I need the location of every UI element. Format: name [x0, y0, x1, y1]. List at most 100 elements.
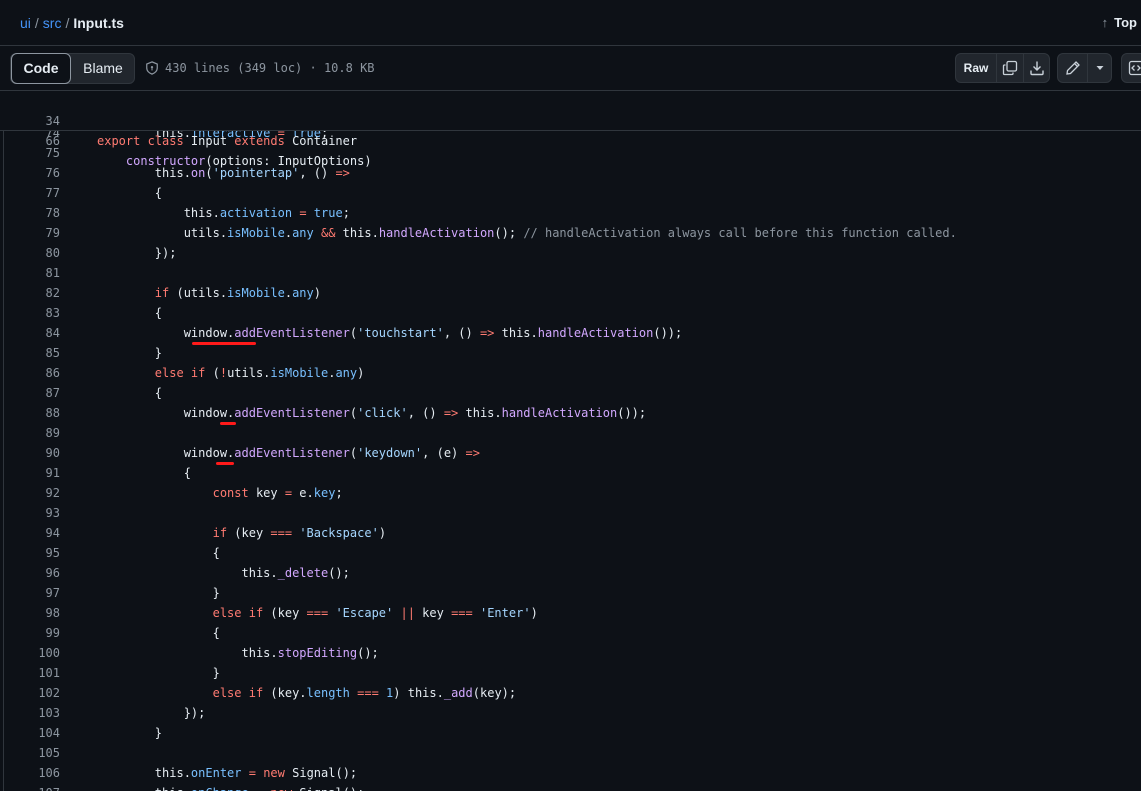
sticky-line[interactable]: 66 constructor(options: InputOptions)	[0, 111, 1141, 168]
breadcrumb-src-link[interactable]: src	[43, 15, 62, 31]
code-line[interactable]: 88 window.addEventListener('click', () =…	[0, 403, 1141, 423]
edit-file-button[interactable]	[1058, 54, 1087, 82]
code-line[interactable]: 79 utils.isMobile.any && this.handleActi…	[0, 223, 1141, 243]
code-line[interactable]: 78 this.activation = true;	[0, 203, 1141, 223]
code-token: 'keydown'	[357, 446, 423, 460]
line-number[interactable]: 94	[0, 523, 60, 543]
line-number[interactable]: 78	[0, 203, 60, 223]
code-line[interactable]: 77 {	[0, 183, 1141, 203]
line-number[interactable]: 82	[0, 283, 60, 303]
line-number[interactable]: 98	[0, 603, 60, 623]
line-number[interactable]: 96	[0, 563, 60, 583]
code-line[interactable]: 102 else if (key.length === 1) this._add…	[0, 683, 1141, 703]
line-number[interactable]: 103	[0, 703, 60, 723]
code-line[interactable]: 82 if (utils.isMobile.any)	[0, 283, 1141, 303]
code-line[interactable]: 97 }	[0, 583, 1141, 603]
line-number[interactable]: 99	[0, 623, 60, 643]
copy-raw-button[interactable]	[997, 54, 1023, 82]
line-number[interactable]: 79	[0, 223, 60, 243]
code-line[interactable]: 94 if (key === 'Backspace')	[0, 523, 1141, 543]
code-token: Container	[292, 134, 358, 148]
code-line[interactable]: 86 else if (!utils.isMobile.any)	[0, 363, 1141, 383]
line-number[interactable]: 101	[0, 663, 60, 683]
raw-copy-download-group: Raw	[955, 53, 1050, 83]
code-token: {	[97, 306, 163, 320]
code-token: e.	[292, 486, 314, 500]
code-line[interactable]: 104 }	[0, 723, 1141, 743]
code-text: });	[97, 243, 177, 263]
code-line[interactable]: 101 }	[0, 663, 1141, 683]
code-line[interactable]: 99 {	[0, 623, 1141, 643]
file-toolbar: Code Blame 430 lines (349 loc) · 10.8 KB…	[0, 46, 1141, 91]
sticky-line[interactable]: 34 export class Input extends Container	[0, 91, 1141, 148]
code-line[interactable]: 87 {	[0, 383, 1141, 403]
code-token: ());	[653, 326, 683, 340]
tab-code[interactable]: Code	[11, 53, 71, 84]
code-line[interactable]: 90 window.addEventListener('keydown', (e…	[0, 443, 1141, 463]
code-token: else if	[212, 606, 264, 620]
line-number[interactable]: 95	[0, 543, 60, 563]
breadcrumb: ui / src / Input.ts	[20, 15, 124, 31]
line-number[interactable]: 83	[0, 303, 60, 323]
code-token: utils.	[227, 366, 271, 380]
line-number[interactable]: 107	[0, 783, 60, 791]
line-number[interactable]: 106	[0, 763, 60, 783]
line-number[interactable]: 97	[0, 583, 60, 603]
raw-button[interactable]: Raw	[956, 54, 996, 82]
breadcrumb-repo-link[interactable]: ui	[20, 15, 31, 31]
line-number[interactable]: 86	[0, 363, 60, 383]
code-token: any	[335, 366, 358, 380]
code-viewer: 74 this.interactive = true; 75 76 this.on(…	[0, 131, 1141, 791]
code-line[interactable]: 100 this.stopEditing();	[0, 643, 1141, 663]
code-line[interactable]: 103 });	[0, 703, 1141, 723]
line-number[interactable]: 90	[0, 443, 60, 463]
code-line[interactable]: 92 const key = e.key;	[0, 483, 1141, 503]
code-line[interactable]: 91 {	[0, 463, 1141, 483]
edit-options-dropdown[interactable]	[1088, 54, 1112, 82]
file-stats: 430 lines (349 loc) · 10.8 KB	[165, 61, 375, 75]
line-number[interactable]: 91	[0, 463, 60, 483]
code-line[interactable]: 85 }	[0, 343, 1141, 363]
code-line[interactable]: 83 {	[0, 303, 1141, 323]
back-to-top-link[interactable]: ↑ Top	[1102, 15, 1137, 30]
symbols-panel-button[interactable]	[1122, 54, 1141, 82]
line-number[interactable]: 89	[0, 423, 60, 443]
code-line[interactable]: 96 this._delete();	[0, 563, 1141, 583]
code-line[interactable]: 98 else if (key === 'Escape' || key === …	[0, 603, 1141, 623]
code-token: ===	[451, 606, 473, 620]
code-line[interactable]: 80 });	[0, 243, 1141, 263]
file-info: 430 lines (349 loc) · 10.8 KB	[145, 61, 375, 75]
code-line[interactable]: 84 window.addEventListener('touchstart',…	[0, 323, 1141, 343]
line-number[interactable]: 102	[0, 683, 60, 703]
code-line[interactable]: 93	[0, 503, 1141, 523]
code-token: new	[263, 766, 285, 780]
code-line[interactable]: 95 {	[0, 543, 1141, 563]
code-line[interactable]: 106 this.onEnter = new Signal();	[0, 763, 1141, 783]
line-number[interactable]: 93	[0, 503, 60, 523]
line-number[interactable]: 85	[0, 343, 60, 363]
line-number[interactable]: 100	[0, 643, 60, 663]
code-line[interactable]: 107 this.onChange = new Signal();	[0, 783, 1141, 791]
code-line[interactable]: 89	[0, 423, 1141, 443]
line-number[interactable]: 104	[0, 723, 60, 743]
tab-blame[interactable]: Blame	[71, 54, 135, 83]
code-text: constructor(options: InputOptions)	[97, 151, 372, 171]
sticky-scroll-header: 34 export class Input extends Container …	[0, 91, 1141, 168]
line-number[interactable]: 87	[0, 383, 60, 403]
code-token: ;	[335, 486, 343, 500]
code-token: , (e)	[422, 446, 466, 460]
line-number[interactable]: 105	[0, 743, 60, 763]
line-number[interactable]: 92	[0, 483, 60, 503]
edit-group	[1057, 53, 1112, 83]
line-number[interactable]: 80	[0, 243, 60, 263]
download-button[interactable]	[1024, 54, 1050, 82]
code-line[interactable]: 105	[0, 743, 1141, 763]
line-number[interactable]: 88	[0, 403, 60, 423]
code-token: this.	[335, 226, 379, 240]
line-number[interactable]: 84	[0, 323, 60, 343]
code-line[interactable]: 81	[0, 263, 1141, 283]
line-number[interactable]: 81	[0, 263, 60, 283]
code-text: {	[97, 623, 220, 643]
code-token: {	[97, 546, 220, 560]
code-text: utils.isMobile.any && this.handleActivat…	[97, 223, 957, 243]
